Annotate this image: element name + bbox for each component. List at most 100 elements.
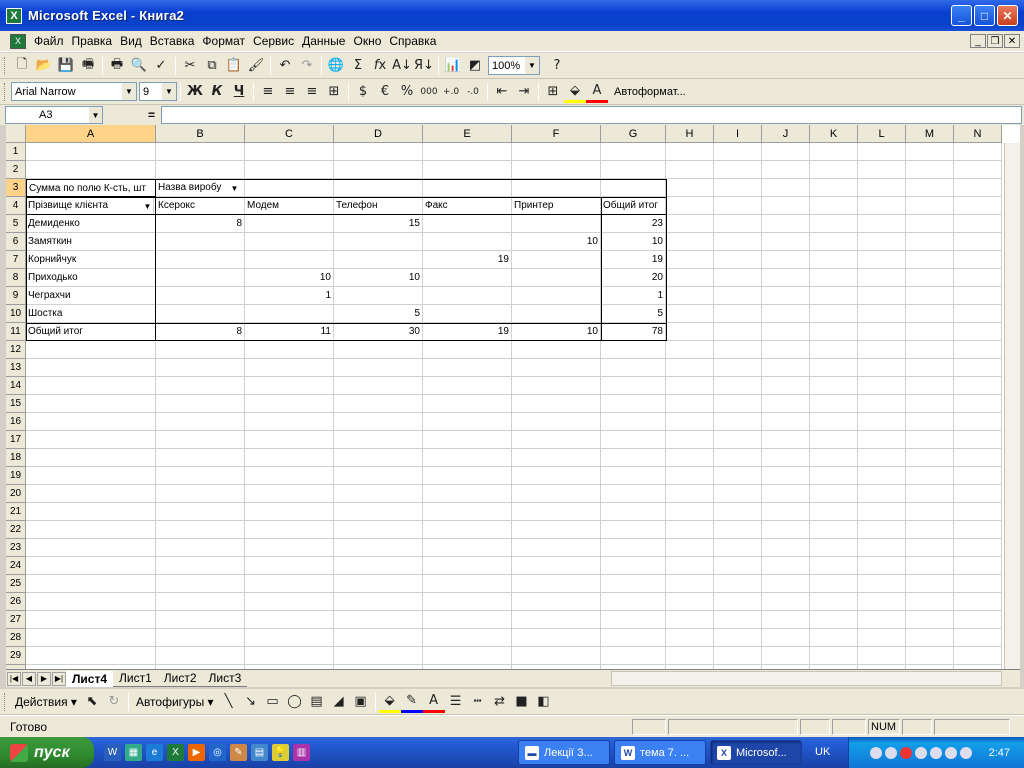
cell[interactable] [954,629,1002,647]
cell[interactable] [512,161,601,179]
cell[interactable] [666,341,714,359]
app-icon[interactable]: ▤ [251,744,268,761]
cell[interactable] [666,521,714,539]
cell[interactable] [954,269,1002,287]
menu-data[interactable]: Данные [298,34,349,48]
cell[interactable] [810,359,858,377]
cell[interactable] [156,161,245,179]
cell[interactable] [810,197,858,215]
cell[interactable] [666,287,714,305]
cell[interactable] [245,143,334,161]
row-header[interactable]: 20 [6,485,26,503]
row-header[interactable]: 15 [6,395,26,413]
cell[interactable] [906,215,954,233]
cell[interactable] [906,161,954,179]
cell[interactable] [156,521,245,539]
format-painter-icon[interactable]: 🖌 [245,55,267,77]
cell[interactable] [601,143,666,161]
cell[interactable] [810,503,858,521]
column-header[interactable]: G [601,125,666,143]
cell[interactable] [26,521,156,539]
cell[interactable] [954,413,1002,431]
pivot-column-header[interactable]: Общий итог [601,197,666,215]
browser-icon[interactable]: ◎ [209,744,226,761]
select-objects-icon[interactable]: ⬉ [81,691,103,713]
cell[interactable] [714,341,762,359]
cell[interactable] [714,323,762,341]
cell[interactable] [954,323,1002,341]
cell[interactable] [810,485,858,503]
taskbar-item-folder[interactable]: ▬ Лекції З... [518,740,610,765]
row-header[interactable]: 13 [6,359,26,377]
pivot-column-header[interactable]: Факс [423,197,512,215]
cell[interactable] [334,521,423,539]
cell[interactable] [423,521,512,539]
cell[interactable] [906,413,954,431]
cell[interactable] [512,539,601,557]
cell[interactable] [858,593,906,611]
cell[interactable] [423,647,512,665]
cell[interactable] [26,557,156,575]
cell[interactable] [245,647,334,665]
drawing-icon[interactable]: ◩ [464,55,486,77]
pivot-value[interactable] [245,305,334,323]
pivot-value[interactable] [156,305,245,323]
cell[interactable] [906,341,954,359]
cell[interactable] [858,179,906,197]
menu-edit[interactable]: Правка [68,34,117,48]
cell[interactable] [245,431,334,449]
cell[interactable] [858,143,906,161]
cell[interactable] [954,215,1002,233]
cell[interactable] [810,413,858,431]
cell[interactable] [156,647,245,665]
row-header[interactable]: 1 [6,143,26,161]
cell[interactable] [512,485,601,503]
fill-color-icon[interactable]: ⬙ [378,691,401,713]
close-button[interactable]: ✕ [997,5,1018,26]
cell[interactable] [714,197,762,215]
tool-icon[interactable]: ✎ [230,744,247,761]
cell[interactable] [810,161,858,179]
italic-button[interactable]: К [206,81,228,103]
cell[interactable] [334,557,423,575]
cell[interactable] [666,575,714,593]
doc-restore-button[interactable]: ❐ [987,34,1003,48]
permission-icon[interactable]: 🖷 [77,55,99,77]
cell[interactable] [512,341,601,359]
row-header[interactable]: 8 [6,269,26,287]
row-header[interactable]: 18 [6,449,26,467]
cell[interactable] [762,197,810,215]
cell[interactable] [512,593,601,611]
pivot-value[interactable]: 15 [334,215,423,233]
cell[interactable] [245,611,334,629]
taskbar-item-excel[interactable]: X Microsof... [710,740,802,765]
cell[interactable] [954,377,1002,395]
cell[interactable] [714,179,762,197]
cell[interactable] [762,539,810,557]
cell[interactable] [906,593,954,611]
cell[interactable] [714,287,762,305]
pivot-value[interactable] [156,287,245,305]
pivot-value[interactable]: 10 [601,233,666,251]
cell[interactable] [423,161,512,179]
pivot-row-label[interactable]: Чеграхчи [26,287,156,305]
row-header[interactable]: 12 [6,341,26,359]
tray-icon[interactable] [899,746,912,759]
cell[interactable] [512,179,601,197]
cell[interactable] [762,485,810,503]
row-header[interactable]: 10 [6,305,26,323]
cell[interactable] [601,539,666,557]
sheet-tab-list2[interactable]: Лист2 [157,671,203,687]
pivot-value[interactable]: 1 [601,287,666,305]
cell[interactable] [858,197,906,215]
tray-icon[interactable] [869,746,882,759]
cell[interactable] [858,323,906,341]
line-color-icon[interactable]: ✎ [400,691,423,713]
cell[interactable] [26,539,156,557]
cell[interactable] [156,449,245,467]
menu-window[interactable]: Окно [349,34,385,48]
cell[interactable] [156,485,245,503]
cell[interactable] [26,467,156,485]
last-sheet-icon[interactable]: ▶| [52,671,66,686]
row-header[interactable]: 19 [6,467,26,485]
